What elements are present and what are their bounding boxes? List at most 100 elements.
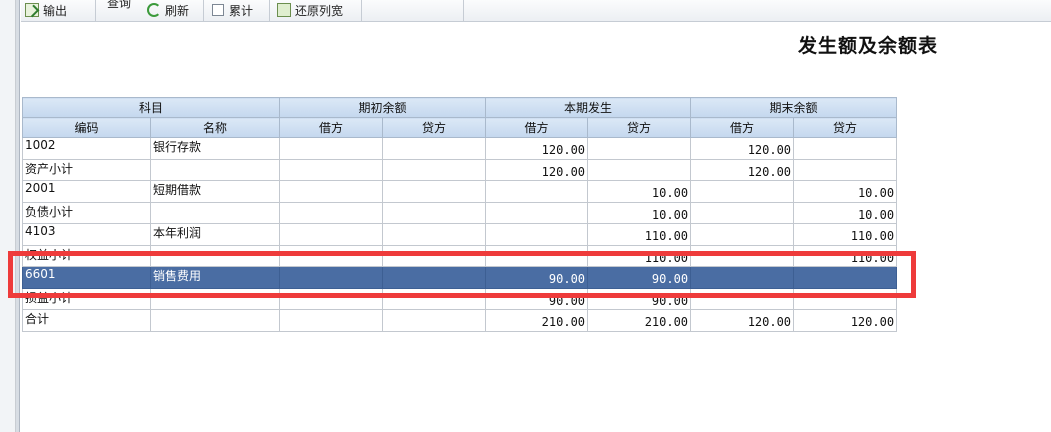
header-current-debit[interactable]: 借方 — [485, 117, 589, 138]
cell-current-credit[interactable] — [587, 137, 692, 160]
cell-current-debit[interactable]: 210.00 — [485, 309, 589, 332]
cell-opening-credit[interactable] — [382, 180, 487, 203]
cell-name[interactable]: 银行存款 — [149, 137, 281, 160]
left-splitter[interactable] — [16, 0, 20, 432]
cell-ending-debit[interactable] — [690, 180, 795, 203]
cell-opening-debit[interactable] — [279, 266, 384, 289]
cell-opening-debit[interactable] — [279, 223, 384, 246]
restore-column-width-button[interactable]: 还原列宽 — [277, 0, 343, 20]
cell-current-credit[interactable]: 10.00 — [587, 201, 692, 224]
header-name[interactable]: 名称 — [149, 117, 281, 138]
cell-name[interactable]: 本年利润 — [149, 223, 281, 246]
cell-name[interactable] — [149, 287, 281, 310]
header-ending-credit[interactable]: 贷方 — [793, 117, 898, 138]
cell-ending-credit[interactable] — [793, 158, 898, 181]
cell-current-debit[interactable] — [485, 201, 589, 224]
cell-opening-debit[interactable] — [279, 180, 384, 203]
cell-current-debit[interactable]: 120.00 — [485, 137, 589, 160]
header-current-period[interactable]: 本期发生 — [485, 97, 692, 118]
cell-code[interactable]: 6601 — [22, 266, 151, 289]
cell-ending-debit[interactable] — [690, 201, 795, 224]
cell-current-credit[interactable]: 110.00 — [587, 223, 692, 246]
cell-ending-debit[interactable] — [690, 287, 795, 310]
table-row[interactable]: 权益小计 110.00 110.00 — [22, 244, 898, 267]
cell-ending-debit[interactable] — [690, 266, 795, 289]
table-row[interactable]: 损益小计 90.00 90.00 — [22, 287, 898, 310]
checkbox-icon — [212, 4, 224, 16]
cell-opening-credit[interactable] — [382, 244, 487, 267]
cell-name[interactable] — [149, 244, 281, 267]
header-current-credit[interactable]: 贷方 — [587, 117, 692, 138]
cell-code[interactable]: 1002 — [22, 137, 151, 160]
header-opening-debit[interactable]: 借方 — [279, 117, 384, 138]
cell-ending-credit[interactable] — [793, 137, 898, 160]
cell-ending-credit[interactable]: 120.00 — [793, 309, 898, 332]
cell-ending-credit[interactable]: 110.00 — [793, 223, 898, 246]
table-row[interactable]: 2001 短期借款 10.00 10.00 — [22, 180, 898, 203]
cell-ending-debit[interactable]: 120.00 — [690, 137, 795, 160]
cell-ending-credit[interactable]: 110.00 — [793, 244, 898, 267]
cell-current-credit[interactable]: 90.00 — [587, 266, 692, 289]
cell-ending-debit[interactable]: 120.00 — [690, 158, 795, 181]
cell-ending-debit[interactable] — [690, 244, 795, 267]
cell-code[interactable]: 合计 — [22, 309, 151, 332]
cell-current-credit[interactable]: 210.00 — [587, 309, 692, 332]
export-button[interactable]: 输出 — [25, 0, 67, 20]
cell-current-debit[interactable]: 120.00 — [485, 158, 589, 181]
cell-opening-debit[interactable] — [279, 287, 384, 310]
table-row[interactable]: 6601 销售费用 90.00 90.00 — [22, 266, 898, 289]
cell-opening-credit[interactable] — [382, 158, 487, 181]
cell-name[interactable] — [149, 309, 281, 332]
cell-code[interactable]: 负债小计 — [22, 201, 151, 224]
query-button[interactable]: 查询 — [107, 0, 131, 12]
cell-current-debit[interactable] — [485, 223, 589, 246]
cell-current-debit[interactable]: 90.00 — [485, 266, 589, 289]
cell-current-credit[interactable]: 90.00 — [587, 287, 692, 310]
cell-opening-debit[interactable] — [279, 244, 384, 267]
cell-ending-debit[interactable]: 120.00 — [690, 309, 795, 332]
cell-opening-credit[interactable] — [382, 266, 487, 289]
cell-code[interactable]: 2001 — [22, 180, 151, 203]
table-row[interactable]: 负债小计 10.00 10.00 — [22, 201, 898, 224]
cell-opening-credit[interactable] — [382, 287, 487, 310]
cell-current-debit[interactable] — [485, 244, 589, 267]
table-row[interactable]: 1002 银行存款 120.00 120.00 — [22, 137, 898, 160]
cell-opening-debit[interactable] — [279, 309, 384, 332]
refresh-button[interactable]: 刷新 — [147, 0, 189, 20]
cell-opening-debit[interactable] — [279, 137, 384, 160]
table-row[interactable]: 合计 210.00 210.00 120.00 120.00 — [22, 309, 898, 332]
cell-opening-debit[interactable] — [279, 201, 384, 224]
cell-current-credit[interactable]: 110.00 — [587, 244, 692, 267]
cell-current-debit[interactable]: 90.00 — [485, 287, 589, 310]
cell-opening-debit[interactable] — [279, 158, 384, 181]
cell-code[interactable]: 资产小计 — [22, 158, 151, 181]
cell-name[interactable]: 短期借款 — [149, 180, 281, 203]
cell-ending-credit[interactable] — [793, 266, 898, 289]
cumulative-checkbox[interactable]: 累计 — [212, 0, 253, 20]
header-code[interactable]: 编码 — [22, 117, 151, 138]
cell-code[interactable]: 权益小计 — [22, 244, 151, 267]
header-opening-balance[interactable]: 期初余额 — [279, 97, 487, 118]
header-ending-debit[interactable]: 借方 — [690, 117, 795, 138]
table-row[interactable]: 资产小计 120.00 120.00 — [22, 158, 898, 181]
cell-opening-credit[interactable] — [382, 201, 487, 224]
cell-ending-credit[interactable]: 10.00 — [793, 180, 898, 203]
cell-ending-debit[interactable] — [690, 223, 795, 246]
cell-ending-credit[interactable] — [793, 287, 898, 310]
header-opening-credit[interactable]: 贷方 — [382, 117, 487, 138]
header-ending-balance[interactable]: 期末余额 — [690, 97, 898, 118]
cell-current-debit[interactable] — [485, 180, 589, 203]
cell-opening-credit[interactable] — [382, 137, 487, 160]
cell-current-credit[interactable] — [587, 158, 692, 181]
cell-current-credit[interactable]: 10.00 — [587, 180, 692, 203]
cell-name[interactable] — [149, 201, 281, 224]
cell-code[interactable]: 4103 — [22, 223, 151, 246]
cell-opening-credit[interactable] — [382, 309, 487, 332]
cell-name[interactable] — [149, 158, 281, 181]
header-subject[interactable]: 科目 — [21, 97, 281, 118]
cell-code[interactable]: 损益小计 — [22, 287, 151, 310]
cell-ending-credit[interactable]: 10.00 — [793, 201, 898, 224]
cell-opening-credit[interactable] — [382, 223, 487, 246]
table-row[interactable]: 4103 本年利润 110.00 110.00 — [22, 223, 898, 246]
cell-name[interactable]: 销售费用 — [149, 266, 281, 289]
